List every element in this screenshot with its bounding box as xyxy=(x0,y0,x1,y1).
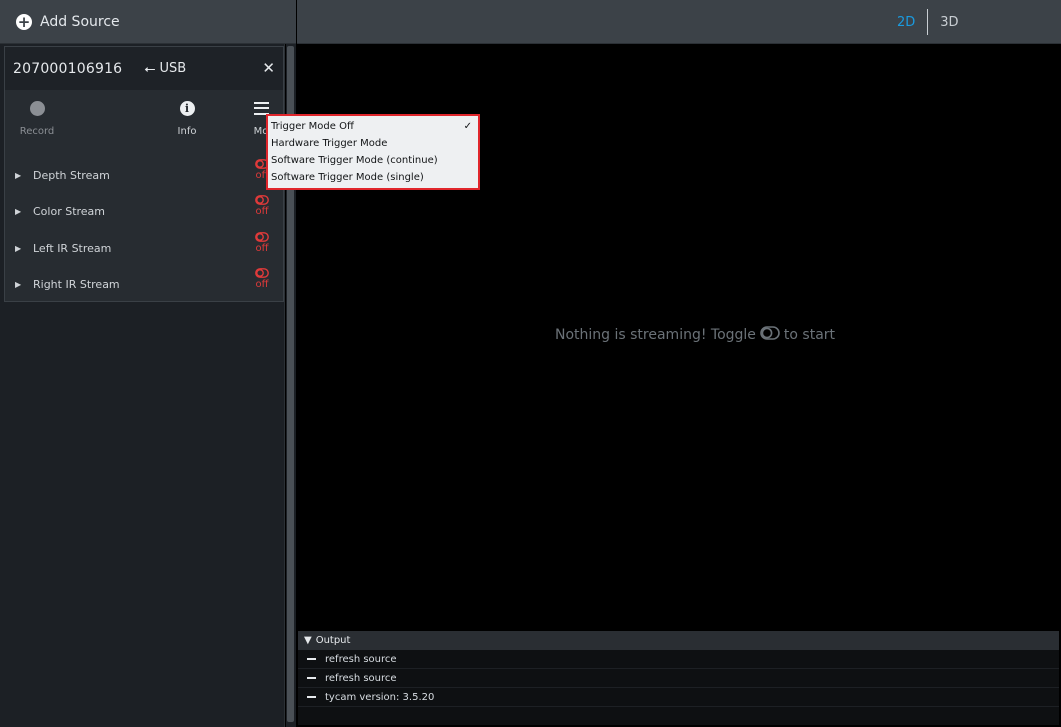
empty-state-suffix: to start xyxy=(783,327,836,343)
viewer-toolbar: 2D 3D xyxy=(297,0,1061,44)
menu-item-label: Software Trigger Mode (single) xyxy=(271,172,424,183)
menu-item-software-trigger-continue[interactable]: Software Trigger Mode (continue) xyxy=(268,152,478,169)
stream-row-color[interactable]: ▶ Color Stream off xyxy=(5,193,283,229)
menu-item-trigger-off[interactable]: Trigger Mode Off ✓ xyxy=(268,118,478,135)
caret-right-icon: ▶ xyxy=(15,170,22,180)
view-2d-tab[interactable]: 2D xyxy=(897,15,927,30)
stream-row-right-ir[interactable]: ▶ Right IR Stream off xyxy=(5,266,283,302)
toggle-icon xyxy=(760,326,780,344)
dash-icon xyxy=(307,696,316,698)
log-line: refresh source xyxy=(298,669,1059,688)
info-label: Info xyxy=(177,126,197,137)
output-panel: ▼ Output refresh source refresh source t… xyxy=(298,631,1059,725)
output-header[interactable]: ▼ Output xyxy=(298,631,1059,650)
record-label: Record xyxy=(19,126,55,137)
empty-state-prefix: Nothing is streaming! Toggle xyxy=(555,327,756,343)
add-source-label: Add Source xyxy=(40,13,120,30)
stream-toggle-color[interactable]: off xyxy=(252,195,272,217)
log-text: refresh source xyxy=(325,672,397,684)
connection-type: USB xyxy=(159,61,187,76)
caret-right-icon: ▶ xyxy=(15,206,22,216)
close-icon[interactable]: ✕ xyxy=(262,59,275,77)
info-button[interactable]: i Info xyxy=(157,97,217,137)
log-text: refresh source xyxy=(325,653,397,665)
device-card: 207000106916 ⭠ USB ✕ Record i Info Mo ▶ … xyxy=(4,46,284,302)
menu-item-label: Hardware Trigger Mode xyxy=(271,138,388,149)
view-3d-tab[interactable]: 3D xyxy=(928,15,958,30)
toggle-icon xyxy=(252,195,272,206)
stream-state: off xyxy=(255,279,269,290)
stream-label: Depth Stream xyxy=(33,168,110,182)
stream-label: Left IR Stream xyxy=(33,241,112,255)
view-mode-toggle: 2D 3D xyxy=(897,0,959,44)
hamburger-menu-icon xyxy=(253,101,269,115)
checkmark-icon: ✓ xyxy=(463,121,472,132)
toggle-icon xyxy=(252,268,272,279)
empty-state-message: Nothing is streaming! Toggle to start xyxy=(555,326,835,344)
device-serial: 207000106916 xyxy=(13,60,123,77)
stream-label: Color Stream xyxy=(33,204,106,218)
toggle-icon xyxy=(252,232,272,243)
dash-icon xyxy=(307,677,316,679)
dash-icon xyxy=(307,658,316,660)
stream-state: off xyxy=(255,206,269,217)
stream-toggle-right-ir[interactable]: off xyxy=(252,268,272,290)
menu-item-label: Software Trigger Mode (continue) xyxy=(271,155,438,166)
log-line: tycam version: 3.5.20 xyxy=(298,688,1059,707)
stream-state: off xyxy=(255,243,269,254)
output-title: Output xyxy=(315,635,351,646)
add-source-button[interactable]: + Add Source xyxy=(0,0,296,44)
caret-right-icon: ▶ xyxy=(15,243,22,253)
stream-row-left-ir[interactable]: ▶ Left IR Stream off xyxy=(5,230,283,266)
menu-item-label: Trigger Mode Off xyxy=(271,121,354,132)
device-header: 207000106916 ⭠ USB ✕ xyxy=(5,47,283,90)
record-button[interactable]: Record xyxy=(7,97,67,137)
trigger-mode-menu: Trigger Mode Off ✓ Hardware Trigger Mode… xyxy=(266,114,480,190)
log-text: tycam version: 3.5.20 xyxy=(325,691,435,703)
stream-row-depth[interactable]: ▶ Depth Stream off xyxy=(5,157,283,193)
stream-label: Right IR Stream xyxy=(33,277,120,291)
log-line: refresh source xyxy=(298,650,1059,669)
record-dot-icon xyxy=(29,100,45,116)
usb-icon: ⭠ xyxy=(144,60,156,77)
caret-down-icon: ▼ xyxy=(304,635,312,646)
caret-right-icon: ▶ xyxy=(15,279,22,289)
info-icon: i xyxy=(179,100,195,116)
menu-item-hardware-trigger[interactable]: Hardware Trigger Mode xyxy=(268,135,478,152)
plus-circle-icon: + xyxy=(16,12,32,31)
menu-item-software-trigger-single[interactable]: Software Trigger Mode (single) xyxy=(268,169,478,186)
stream-toggle-left-ir[interactable]: off xyxy=(252,232,272,254)
